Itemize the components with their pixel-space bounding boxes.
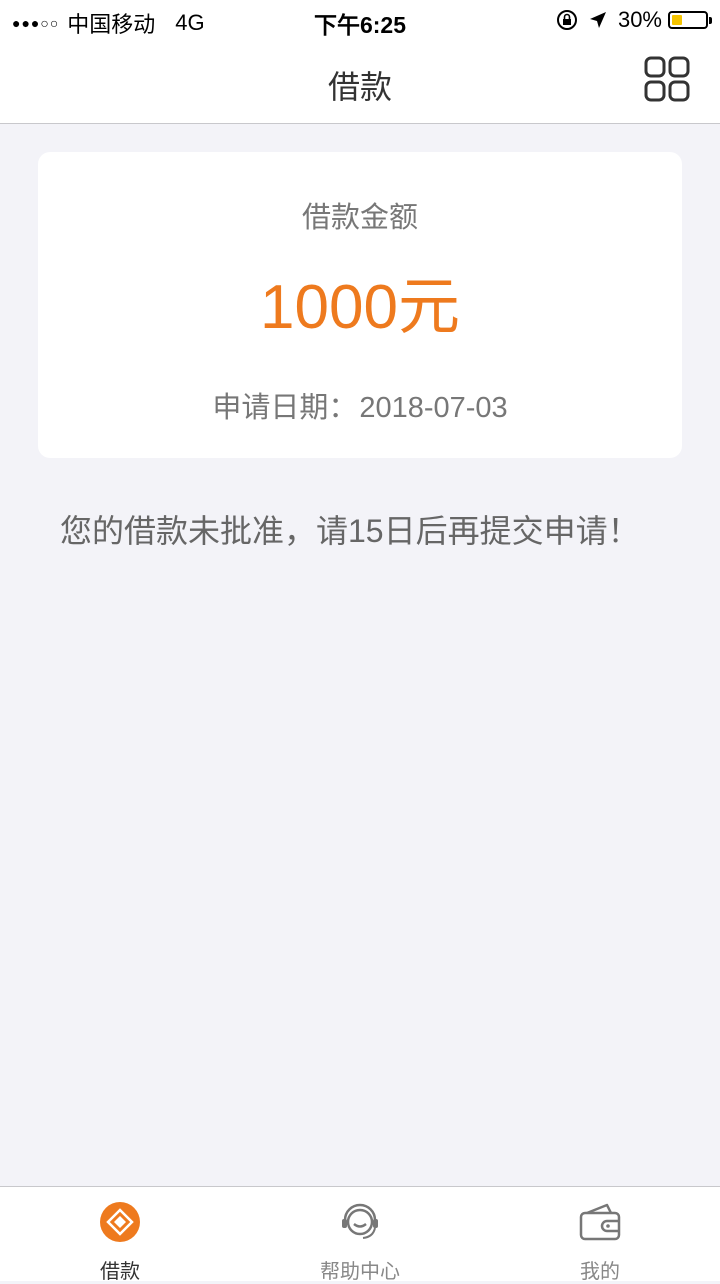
loan-amount-label: 借款金额	[301, 202, 418, 234]
nav-bar: 借款	[0, 40, 720, 124]
status-bar: ●●●○○ 中国移动 4G 下午6:25 30%	[0, 0, 720, 40]
rotation-lock-icon	[556, 9, 578, 31]
application-date: 申请日期：2018-07-03	[38, 384, 682, 426]
battery-level	[672, 15, 682, 25]
tab-loan[interactable]: 借款	[0, 1187, 240, 1283]
application-date-value: 2018-07-03	[359, 392, 508, 424]
battery-icon	[668, 11, 712, 29]
application-date-label: 申请日期：	[212, 392, 358, 424]
grid-menu-icon[interactable]	[644, 56, 690, 102]
location-arrow-icon	[588, 10, 608, 30]
customer-service-headset-icon	[339, 1201, 381, 1243]
page-title: 借款	[327, 69, 392, 105]
battery-percent: 30%	[617, 7, 662, 32]
tab-mine[interactable]: 我的	[480, 1187, 720, 1283]
tab-bar: 借款 帮助中心 我的	[0, 1186, 720, 1283]
loan-diamond-icon	[99, 1201, 141, 1243]
tab-help-center[interactable]: 帮助中心	[240, 1187, 480, 1283]
wallet-icon	[579, 1201, 621, 1243]
loan-amount: 1000元	[260, 273, 460, 342]
loan-card: 借款金额 1000元 申请日期：2018-07-03	[38, 152, 682, 458]
status-right: 30%	[556, 7, 712, 33]
rejection-notice: 您的借款未批准，请15日后再提交申请！	[60, 513, 640, 549]
